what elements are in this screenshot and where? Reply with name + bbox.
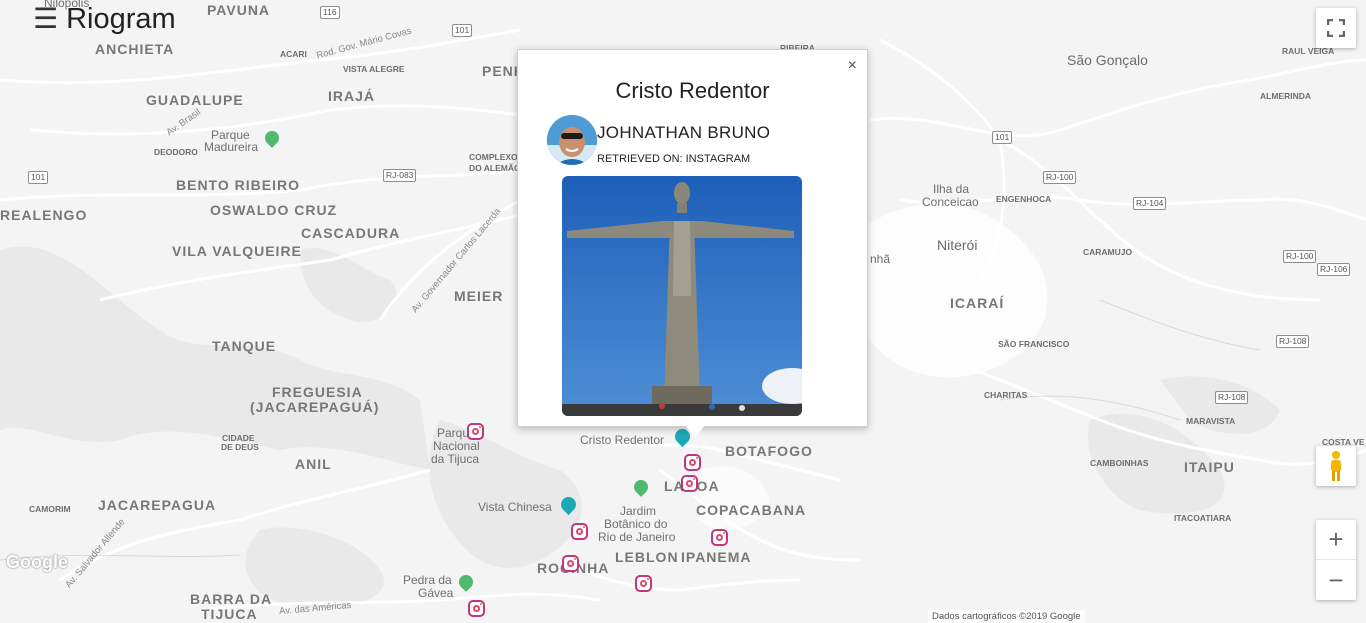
street-view-pegman-icon [1331, 451, 1341, 481]
map-label-oswaldo-cruz: OSWALDO CRUZ [210, 202, 338, 218]
zoom-control: + − [1316, 520, 1356, 600]
map-attribution[interactable]: Dados cartográficos ©2019 Google [928, 610, 1085, 623]
app-header: ☰ Riogram [33, 2, 176, 36]
map-poi-madureira: Madureira [204, 140, 259, 154]
map-label-iraja: IRAJÁ [328, 88, 376, 104]
map-poi-vista-chinesa: Vista Chinesa [478, 500, 552, 514]
road-shield: RJ-108 [1215, 391, 1249, 404]
map-label-deodoro: DEODORO [154, 147, 198, 157]
map-label-ipanema: IPANEMA [681, 549, 752, 565]
instagram-marker-icon[interactable] [468, 600, 485, 617]
zoom-out-button[interactable]: − [1316, 560, 1356, 600]
map-label-niteroi: Niterói [937, 237, 978, 253]
map-poi-gavea: Gávea [418, 586, 454, 600]
map-label-camorim: CAMORIM [29, 504, 71, 514]
map-label-maravista: MARAVISTA [1186, 416, 1236, 426]
map-label-do-alemao: DO ALEMÃO [469, 163, 521, 173]
road-shield: RJ-106 [1317, 263, 1351, 276]
instagram-marker-icon[interactable] [635, 575, 652, 592]
google-logo: Google [6, 552, 68, 572]
instagram-marker-icon[interactable] [467, 423, 484, 440]
instagram-marker-icon[interactable] [562, 555, 579, 572]
map-poi-botanico: Botânico do [604, 517, 668, 531]
map-poi-nacional: Nacional [433, 439, 480, 453]
map-label-sao-goncalo: São Gonçalo [1067, 52, 1148, 68]
map-label-barra-da: BARRA DA [190, 591, 273, 607]
map-label-itacoatiara: ITACOATIARA [1174, 513, 1232, 523]
post-photo[interactable] [562, 176, 802, 416]
map-poi-cristo-redentor: Cristo Redentor [580, 433, 665, 447]
instagram-marker-icon[interactable] [711, 529, 728, 546]
map-label-jacarepagua-paren: (JACAREPAGUÁ) [250, 399, 380, 415]
map-label-acari: ACARI [280, 49, 307, 59]
road-shield: 101 [992, 131, 1013, 144]
map-label-tijuca: TIJUCA [201, 606, 258, 622]
road-shield: 101 [28, 171, 49, 184]
fullscreen-icon [1327, 19, 1345, 37]
map-label-leblon: LEBLON [615, 549, 679, 565]
map-label-ilha-da: Ilha da [933, 182, 970, 196]
map-label-conceicao: Conceicao [922, 195, 979, 209]
avatar [547, 115, 597, 165]
road-shield: 101 [452, 24, 473, 37]
map-poi-da-tijuca: da Tijuca [431, 452, 480, 466]
map-label-meier: MEIER [454, 288, 504, 304]
map-label-engenhoca: ENGENHOCA [996, 194, 1052, 204]
map-label-jacarepagua: JACAREPAGUA [98, 497, 217, 513]
map-label-pavuna: PAVUNA [207, 2, 271, 18]
road-shield: RJ-083 [383, 169, 417, 182]
map-label-complexo: COMPLEXO [469, 152, 518, 162]
map-label-tanque: TANQUE [212, 338, 277, 354]
close-button[interactable]: × [848, 57, 857, 75]
fullscreen-button[interactable] [1316, 8, 1356, 48]
map-label-caramujo: CARAMUJO [1083, 247, 1133, 257]
map-label-anil: ANIL [295, 456, 332, 472]
app-title: Riogram [66, 3, 176, 35]
instagram-marker-icon[interactable] [681, 475, 698, 492]
map-label-botafogo: BOTAFOGO [725, 443, 813, 459]
road-shield: RJ-108 [1276, 335, 1310, 348]
map-label-de-deus: DE DEUS [221, 442, 259, 452]
map-label-itaipu: ITAIPU [1184, 459, 1235, 475]
street-view-button[interactable] [1316, 446, 1356, 486]
hamburger-menu-icon[interactable]: ☰ [33, 2, 58, 36]
info-window-title: Cristo Redentor [615, 78, 770, 103]
map-label-realengo: REALENGO [0, 207, 88, 223]
map-label-anchieta: ANCHIETA [95, 41, 175, 57]
road-shield: 116 [320, 6, 340, 19]
map-label-almerinda: ALMERINDA [1260, 91, 1311, 101]
map-label-camboinhas: CAMBOINHAS [1090, 458, 1149, 468]
road-shield: RJ-100 [1283, 250, 1317, 263]
retrieved-source: RETRIEVED ON: INSTAGRAM [597, 153, 751, 165]
user-name: JOHNATHAN BRUNO [597, 123, 771, 142]
map-label-bento-ribeiro: BENTO RIBEIRO [176, 177, 300, 193]
info-window-pointer [686, 426, 704, 438]
map-label-charitas: CHARITAS [984, 390, 1028, 400]
map-poi-jardim: Jardim [620, 504, 657, 518]
zoom-in-button[interactable]: + [1316, 520, 1356, 560]
map-label-copacabana: COPACABANA [696, 502, 807, 518]
map-label-freguesia: FREGUESIA [272, 384, 363, 400]
map-label-guadalupe: GUADALUPE [146, 92, 244, 108]
map-poi-pedra-da: Pedra da [403, 573, 452, 587]
road-shield: RJ-104 [1133, 197, 1167, 210]
map-label-vila-valqueire: VILA VALQUEIRE [172, 243, 302, 259]
map-label-sao-francisco: SÃO FRANCISCO [998, 339, 1070, 349]
map-label-icarai: ICARAÍ [950, 295, 1005, 311]
map-label-vista-alegre: VISTA ALEGRE [343, 64, 405, 74]
instagram-marker-icon[interactable] [684, 454, 701, 471]
info-window: × Cristo Redentor JOHNATHAN BRUNO RETRIE… [517, 49, 868, 427]
instagram-marker-icon[interactable] [571, 523, 588, 540]
road-shield: RJ-100 [1043, 171, 1077, 184]
cristo-redentor-photo [562, 176, 802, 416]
map-poi-rio-de-janeiro: Rio de Janeiro [598, 530, 676, 544]
map-label-cascadura: CASCADURA [301, 225, 401, 241]
map-poi-partial: nhã [870, 252, 891, 266]
